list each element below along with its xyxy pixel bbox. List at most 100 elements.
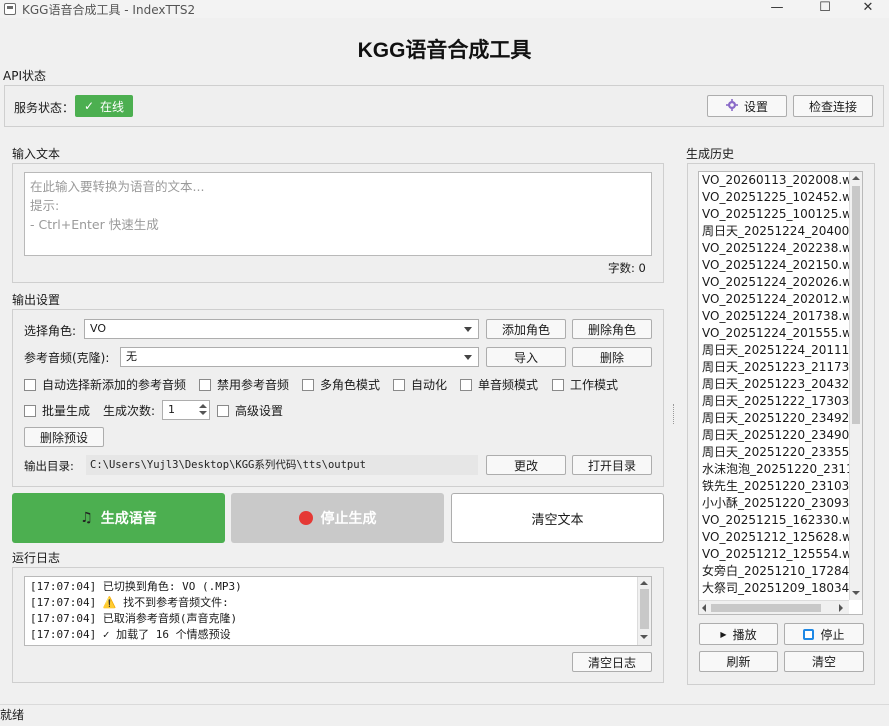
role-select[interactable]: VO: [84, 319, 479, 339]
add-role-button[interactable]: 添加角色: [486, 319, 566, 339]
history-section-label: 生成历史: [686, 147, 735, 161]
list-item[interactable]: 小小酥_20251220_230931.: [699, 495, 862, 512]
list-item[interactable]: 周日天_20251223_204326.: [699, 376, 862, 393]
checkbox-box: [24, 378, 36, 391]
scroll-up-icon[interactable]: [640, 581, 648, 585]
chevron-down-icon: [464, 355, 472, 360]
scroll-thumb[interactable]: [711, 604, 821, 612]
ref-audio-select[interactable]: 无: [120, 347, 479, 367]
chevron-down-icon: [464, 327, 472, 332]
scroll-up-icon[interactable]: [852, 176, 860, 180]
work-mode-checkbox[interactable]: 工作模式: [552, 376, 618, 393]
list-item[interactable]: 女旁白_20251210_172847.: [699, 563, 862, 580]
clear-history-button[interactable]: 清空: [784, 651, 864, 672]
play-button[interactable]: ▶ 播放: [699, 623, 778, 645]
scroll-down-icon[interactable]: [640, 635, 648, 639]
checkbox-box: [302, 378, 314, 391]
list-item[interactable]: 周日天_20251220_234920.: [699, 410, 862, 427]
settings-button[interactable]: 设置: [707, 95, 787, 117]
stop-icon: [803, 628, 815, 640]
list-item[interactable]: VO_20251224_202026.wav: [699, 274, 862, 291]
stepper-up-icon[interactable]: [198, 402, 208, 410]
history-list[interactable]: VO_20260113_202008.wav VO_20251225_10245…: [698, 171, 863, 615]
advanced-settings-checkbox[interactable]: 高级设置: [217, 402, 283, 419]
generate-button[interactable]: ♫ 生成语音: [12, 493, 225, 543]
minimize-button[interactable]: —: [754, 0, 800, 18]
automation-checkbox[interactable]: 自动化: [393, 376, 447, 393]
scroll-left-icon[interactable]: [702, 604, 706, 612]
list-item[interactable]: 周日天_20251224_204005.: [699, 223, 862, 240]
log-output[interactable]: [17:07:04] 已切换到角色: VO (.MP3) [17:07:04] …: [24, 576, 652, 646]
window-title: KGG语音合成工具 - IndexTTS2: [22, 3, 196, 17]
list-item[interactable]: 周日天_20251220_233556.: [699, 444, 862, 461]
multi-role-checkbox[interactable]: 多角色模式: [302, 376, 380, 393]
single-audio-checkbox[interactable]: 单音频模式: [460, 376, 538, 393]
delete-ref-button[interactable]: 删除: [572, 347, 652, 367]
stop-generate-button[interactable]: 停止生成: [231, 493, 444, 543]
scroll-thumb[interactable]: [852, 186, 860, 424]
count-stepper[interactable]: 1: [162, 400, 210, 420]
status-bar: [0, 704, 889, 726]
list-item[interactable]: VO_20260113_202008.wav: [699, 172, 862, 189]
checkbox-label: 多角色模式: [320, 378, 381, 392]
change-dir-button[interactable]: 更改: [486, 455, 566, 475]
ref-audio-value: 无: [126, 350, 137, 363]
list-item[interactable]: VO_20251224_201555.wav: [699, 325, 862, 342]
checkbox-box: [552, 378, 564, 391]
placeholder-line: 提示:: [30, 198, 60, 213]
list-item[interactable]: 水沫泡泡_20251220_23113: [699, 461, 862, 478]
check-connection-button[interactable]: 检查连接: [793, 95, 873, 117]
list-item[interactable]: 铁先生_20251220_231033.: [699, 478, 862, 495]
checkbox-label: 高级设置: [235, 404, 284, 418]
generate-label: 生成语音: [100, 511, 157, 527]
auto-select-ref-checkbox[interactable]: 自动选择新添加的参考音频: [24, 376, 186, 393]
clear-text-button[interactable]: 清空文本: [451, 493, 664, 543]
maximize-button[interactable]: ☐: [802, 0, 848, 18]
scroll-thumb[interactable]: [640, 589, 649, 629]
list-item[interactable]: 周日天_20251220_234900.: [699, 427, 862, 444]
list-item[interactable]: 大祭司_20251209_180343.: [699, 580, 862, 597]
app-icon: [4, 3, 16, 15]
history-vscrollbar[interactable]: [849, 172, 862, 600]
output-section-label: 输出设置: [12, 293, 61, 307]
scroll-down-icon[interactable]: [852, 591, 860, 595]
stop-play-label: 停止: [820, 627, 845, 642]
history-hscrollbar[interactable]: [699, 600, 849, 614]
list-item[interactable]: 周日天_20251224_201112.: [699, 342, 862, 359]
checkbox-label: 禁用参考音频: [217, 378, 290, 392]
music-note-icon: ♫: [80, 510, 93, 526]
checkbox-box: [199, 378, 211, 391]
list-item[interactable]: 周日天_20251223_211733.: [699, 359, 862, 376]
record-icon: [298, 511, 313, 525]
list-item[interactable]: VO_20251224_201738.wav: [699, 308, 862, 325]
log-line: [17:07:04] 已取消参考音频(声音克隆): [30, 612, 238, 625]
scroll-right-icon[interactable]: [839, 604, 843, 612]
list-item[interactable]: VO_20251225_102452.wav: [699, 189, 862, 206]
refresh-button[interactable]: 刷新: [699, 651, 778, 672]
disable-ref-checkbox[interactable]: 禁用参考音频: [199, 376, 289, 393]
splitter-handle[interactable]: [673, 404, 676, 424]
list-item[interactable]: 周日天_20251222_173035.: [699, 393, 862, 410]
log-scrollbar[interactable]: [637, 577, 651, 645]
open-dir-button[interactable]: 打开目录: [572, 455, 652, 475]
gear-icon: [725, 98, 738, 114]
stop-play-button[interactable]: 停止: [784, 623, 864, 645]
delete-preset-button[interactable]: 删除预设: [24, 427, 104, 447]
list-item[interactable]: VO_20251212_125628.wav: [699, 529, 862, 546]
list-item[interactable]: VO_20251215_162330.wav: [699, 512, 862, 529]
list-item[interactable]: VO_20251224_202238.wav: [699, 240, 862, 257]
stepper-down-icon[interactable]: [198, 410, 208, 418]
checkbox-label: 批量生成: [42, 404, 91, 418]
batch-generate-checkbox[interactable]: 批量生成: [24, 402, 90, 419]
list-item[interactable]: VO_20251212_125554.wav: [699, 546, 862, 563]
delete-role-button[interactable]: 删除角色: [572, 319, 652, 339]
text-input[interactable]: 在此输入要转换为语音的文本... 提示: - Ctrl+Enter 快速生成: [24, 172, 652, 256]
list-item[interactable]: VO_20251224_202150.wav: [699, 257, 862, 274]
role-label: 选择角色:: [24, 324, 77, 338]
close-button[interactable]: ✕: [845, 0, 889, 18]
import-button[interactable]: 导入: [486, 347, 566, 367]
clear-log-button[interactable]: 清空日志: [572, 652, 652, 672]
play-label: 播放: [732, 627, 757, 642]
list-item[interactable]: VO_20251225_100125.wav: [699, 206, 862, 223]
list-item[interactable]: VO_20251224_202012.wav: [699, 291, 862, 308]
